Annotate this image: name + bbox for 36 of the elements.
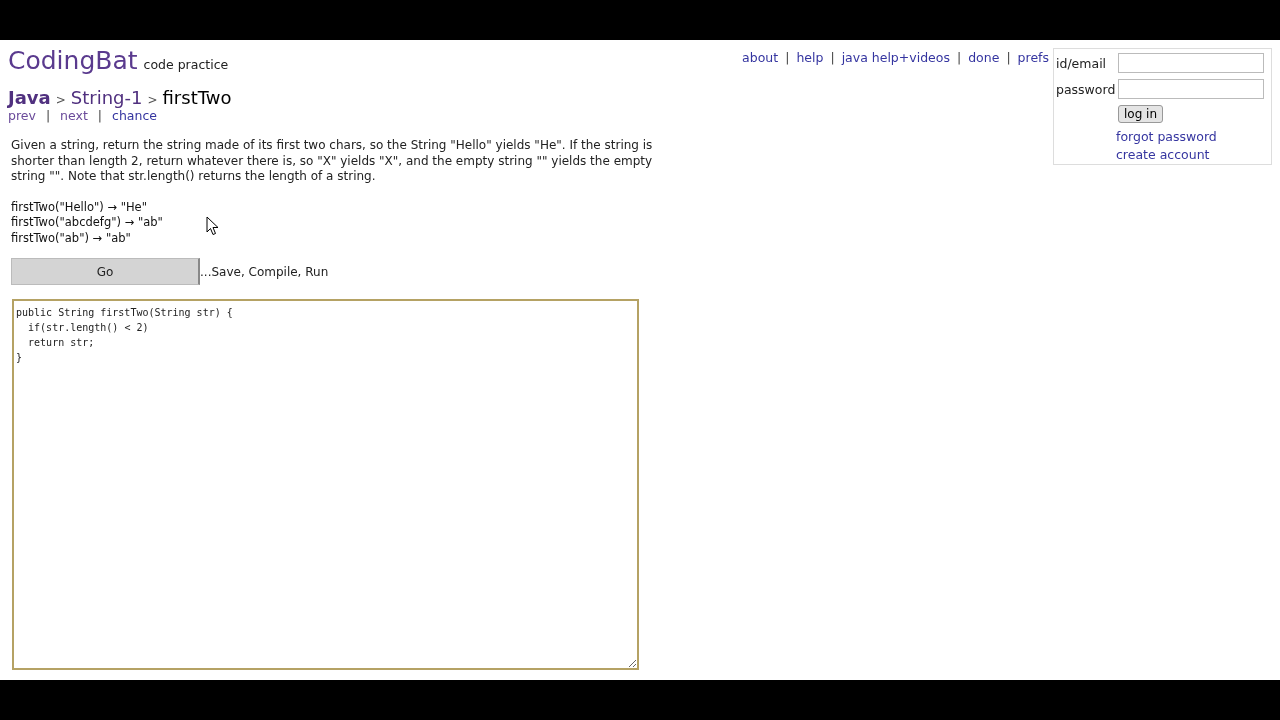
breadcrumb-link[interactable]: Java bbox=[8, 87, 51, 108]
login-button[interactable]: log in bbox=[1118, 105, 1164, 123]
field-label: id/email bbox=[1056, 55, 1108, 71]
top-link[interactable]: help bbox=[796, 50, 824, 65]
breadcrumb-separator: > bbox=[147, 93, 158, 107]
go-hint: ...Save, Compile, Run bbox=[200, 264, 329, 279]
nav-link[interactable]: next bbox=[60, 108, 88, 123]
example-line: firstTwo("Hello") → "He" bbox=[11, 199, 147, 215]
link-separator: | bbox=[830, 50, 835, 65]
nav-link[interactable]: prev bbox=[8, 108, 36, 123]
top-link[interactable]: prefs bbox=[1017, 50, 1049, 65]
problem-title: firstTwo bbox=[162, 87, 232, 108]
create-account-link[interactable]: create account bbox=[1116, 147, 1266, 162]
mouse-pointer-icon bbox=[206, 216, 219, 236]
password-field[interactable] bbox=[1118, 79, 1264, 99]
site-tagline: code practice bbox=[143, 57, 229, 72]
site-logo[interactable]: CodingBat bbox=[8, 46, 138, 75]
code-editor[interactable]: public String firstTwo(String str) { if(str.length() < 2) return str; } bbox=[12, 299, 639, 670]
nav-link[interactable]: chance bbox=[112, 108, 157, 123]
forgot-password-link[interactable]: forgot password bbox=[1116, 129, 1266, 144]
link-separator: | bbox=[785, 50, 790, 65]
link-separator: | bbox=[97, 108, 103, 123]
link-separator: | bbox=[956, 50, 962, 65]
go-button[interactable]: Go bbox=[11, 258, 200, 285]
breadcrumb-separator: > bbox=[55, 93, 66, 107]
link-separator: | bbox=[45, 108, 51, 123]
example-line: firstTwo("abcdefg") → "ab" bbox=[11, 215, 163, 231]
top-link[interactable]: java help+videos bbox=[841, 50, 950, 65]
top-link[interactable]: about bbox=[742, 50, 779, 65]
link-separator: | bbox=[1006, 50, 1011, 65]
breadcrumb-link[interactable]: String-1 bbox=[70, 87, 143, 108]
email-field[interactable] bbox=[1118, 53, 1264, 73]
problem-description: Given a string, return the string made of its first two chars, so the String "Hello" yields "He". If the string is shorter than length 2, return whatever there is, so "X" yields "X", and the empty string "" yields the empty string "". Note that str.length() returns the length of a string. bbox=[11, 138, 654, 185]
field-label: password bbox=[1056, 81, 1117, 97]
top-link[interactable]: done bbox=[968, 50, 1000, 65]
example-line: firstTwo("ab") → "ab" bbox=[11, 230, 131, 246]
